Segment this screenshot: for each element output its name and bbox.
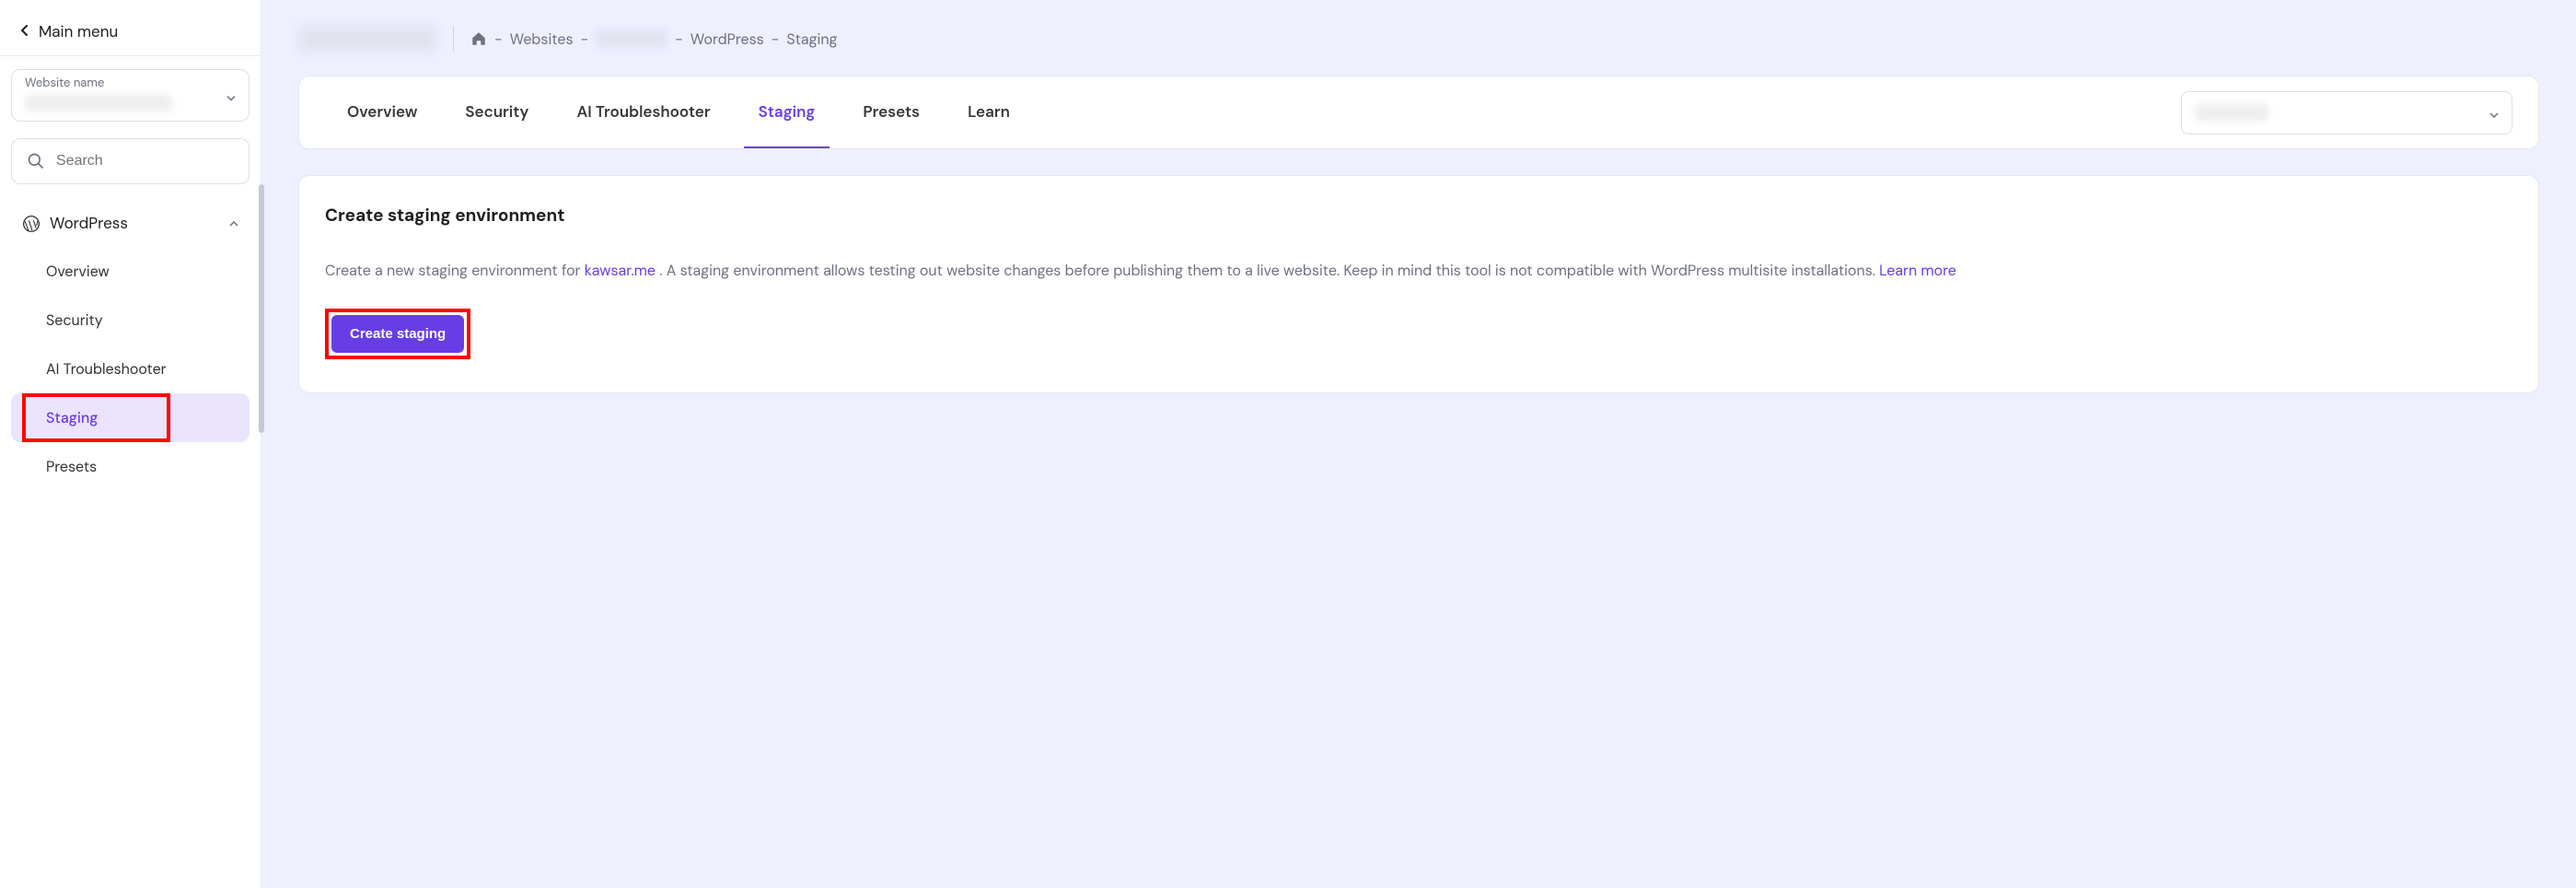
divider: [453, 26, 454, 52]
sidebar-item-overview[interactable]: Overview: [11, 247, 249, 296]
card-description: Create a new staging environment for kaw…: [325, 258, 2512, 283]
tab-security[interactable]: Security: [463, 76, 530, 148]
breadcrumb-sep: -: [494, 29, 503, 49]
learn-more-link[interactable]: Learn more: [1879, 261, 1956, 280]
tab-learn[interactable]: Learn: [966, 76, 1012, 148]
website-select-value: [25, 95, 172, 111]
wordpress-icon: [22, 215, 41, 233]
crumb-staging: Staging: [786, 29, 837, 49]
staging-card: Create staging environment Create a new …: [298, 175, 2539, 393]
main: - Websites - - WordPress - Staging Overv…: [261, 0, 2576, 888]
sidebar-item-presets[interactable]: Presets: [11, 442, 249, 491]
search-icon: [27, 152, 45, 170]
site-link[interactable]: kawsar.me: [585, 261, 656, 280]
caret-down-icon: [2489, 103, 2499, 123]
breadcrumb-sep: -: [675, 29, 683, 49]
search-input-wrap[interactable]: [11, 138, 249, 184]
breadcrumb: - Websites - - WordPress - Staging: [470, 29, 837, 49]
page-title-blurred: [298, 26, 436, 52]
website-select-label: Website name: [25, 76, 236, 91]
create-staging-button[interactable]: Create staging: [331, 315, 464, 353]
nav-group-label: WordPress: [50, 214, 128, 234]
breadcrumb-row: - Websites - - WordPress - Staging: [298, 26, 2539, 52]
breadcrumb-sep: -: [772, 29, 780, 49]
sidebar-item-staging[interactable]: Staging: [11, 393, 249, 442]
tabs-dropdown[interactable]: [2181, 91, 2512, 134]
sidebar: Main menu Website name: [0, 0, 261, 888]
tabs-dropdown-value: [2195, 104, 2269, 121]
desc-prefix: Create a new staging environment for: [325, 261, 585, 280]
tab-presets[interactable]: Presets: [861, 76, 922, 148]
crumb-wordpress[interactable]: WordPress: [690, 29, 764, 49]
create-staging-highlight: Create staging: [325, 309, 470, 359]
nav-group-wordpress[interactable]: WordPress: [11, 204, 249, 243]
sidebar-item-security[interactable]: Security: [11, 296, 249, 345]
tabs: Overview Security AI Troubleshooter Stag…: [325, 76, 2181, 148]
crumb-websites[interactable]: Websites: [510, 29, 574, 49]
chevron-up-icon: [229, 217, 238, 230]
caret-down-icon: [226, 86, 236, 105]
main-menu-back[interactable]: Main menu: [11, 9, 249, 55]
tab-overview[interactable]: Overview: [345, 76, 419, 148]
sidebar-scrollbar[interactable]: [259, 184, 264, 433]
desc-suffix: . A staging environment allows testing o…: [656, 261, 1879, 280]
tab-ai-troubleshooter[interactable]: AI Troubleshooter: [574, 76, 712, 148]
nav-items: Overview Security AI Troubleshooter Stag…: [11, 247, 249, 491]
home-icon[interactable]: [470, 30, 487, 47]
website-select[interactable]: Website name: [11, 69, 249, 122]
crumb-site-blurred[interactable]: [596, 30, 667, 47]
sidebar-item-ai-troubleshooter[interactable]: AI Troubleshooter: [11, 345, 249, 393]
chevron-left-icon: [20, 24, 28, 41]
search-input[interactable]: [54, 152, 234, 170]
tabs-card: Overview Security AI Troubleshooter Stag…: [298, 76, 2539, 149]
tab-staging[interactable]: Staging: [757, 76, 818, 148]
main-menu-label: Main menu: [39, 22, 118, 42]
breadcrumb-sep: -: [580, 29, 588, 49]
card-title: Create staging environment: [325, 204, 2512, 227]
divider: [0, 55, 261, 56]
